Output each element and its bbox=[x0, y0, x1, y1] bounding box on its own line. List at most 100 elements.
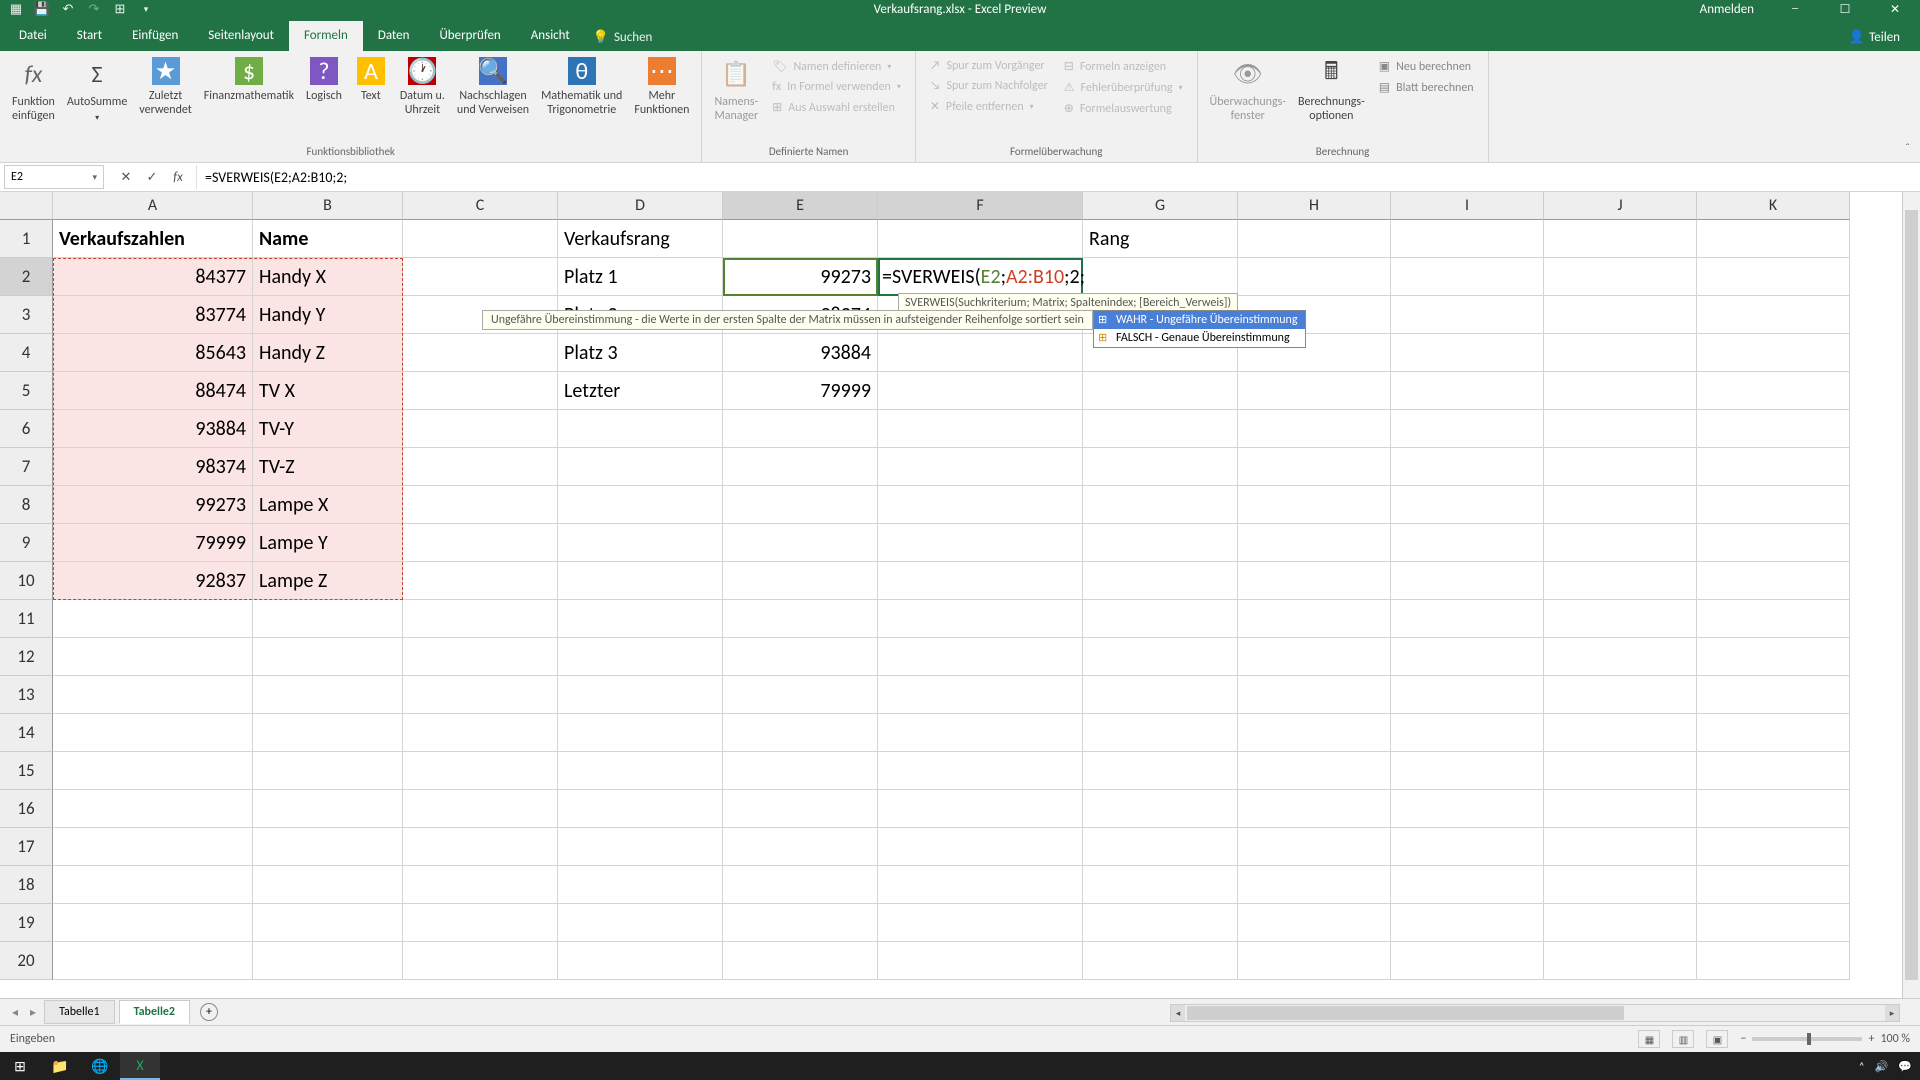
cell-K5[interactable] bbox=[1697, 372, 1850, 410]
tray-chevron-icon[interactable]: ˄ bbox=[1859, 1060, 1865, 1073]
start-button[interactable]: ⊞ bbox=[0, 1052, 40, 1080]
datetime-button[interactable]: 🕐Datum u. Uhrzeit bbox=[396, 55, 449, 143]
trace-dependents-button[interactable]: ↘Spur zum Nachfolger bbox=[924, 77, 1054, 95]
page-break-view-button[interactable]: ▣ bbox=[1706, 1030, 1728, 1048]
cell-F10[interactable] bbox=[878, 562, 1083, 600]
evaluate-formula-button[interactable]: ⊕Formelauswertung bbox=[1058, 99, 1189, 118]
tab-ueberpruefen[interactable]: Überprüfen bbox=[424, 21, 515, 51]
cell-E17[interactable] bbox=[723, 828, 878, 866]
cell-B4[interactable]: Handy Z bbox=[253, 334, 403, 372]
cell-K14[interactable] bbox=[1697, 714, 1850, 752]
cell-K16[interactable] bbox=[1697, 790, 1850, 828]
cell-E8[interactable] bbox=[723, 486, 878, 524]
cell-D15[interactable] bbox=[558, 752, 723, 790]
cell-I6[interactable] bbox=[1391, 410, 1544, 448]
cell-H8[interactable] bbox=[1238, 486, 1391, 524]
select-all-corner[interactable] bbox=[0, 192, 53, 220]
col-header-D[interactable]: D bbox=[558, 192, 723, 220]
touch-icon[interactable]: ⊞ bbox=[112, 1, 128, 17]
show-formulas-button[interactable]: ⊟Formeln anzeigen bbox=[1058, 57, 1189, 76]
cell-E11[interactable] bbox=[723, 600, 878, 638]
cell-D18[interactable] bbox=[558, 866, 723, 904]
cell-E6[interactable] bbox=[723, 410, 878, 448]
cell-I17[interactable] bbox=[1391, 828, 1544, 866]
cell-D16[interactable] bbox=[558, 790, 723, 828]
cell-C4[interactable] bbox=[403, 334, 558, 372]
insert-function-button[interactable]: fxFunktion einfügen bbox=[8, 55, 59, 143]
cell-H20[interactable] bbox=[1238, 942, 1391, 980]
cell-H18[interactable] bbox=[1238, 866, 1391, 904]
cancel-formula-button[interactable]: ✕ bbox=[114, 165, 138, 189]
cell-A14[interactable] bbox=[53, 714, 253, 752]
cell-G12[interactable] bbox=[1083, 638, 1238, 676]
remove-arrows-button[interactable]: ✕Pfeile entfernen▾ bbox=[924, 97, 1054, 116]
add-sheet-button[interactable]: + bbox=[200, 1003, 218, 1021]
name-manager-button[interactable]: 📋Namens- Manager bbox=[710, 55, 762, 143]
row-header-6[interactable]: 6 bbox=[0, 410, 53, 448]
cell-K3[interactable] bbox=[1697, 296, 1850, 334]
cell-F6[interactable] bbox=[878, 410, 1083, 448]
cell-E15[interactable] bbox=[723, 752, 878, 790]
cell-C16[interactable] bbox=[403, 790, 558, 828]
excel-taskbar-icon[interactable]: X bbox=[120, 1052, 160, 1080]
tab-daten[interactable]: Daten bbox=[363, 21, 425, 51]
cell-E13[interactable] bbox=[723, 676, 878, 714]
cell-J1[interactable] bbox=[1544, 220, 1697, 258]
col-header-H[interactable]: H bbox=[1238, 192, 1391, 220]
cell-E16[interactable] bbox=[723, 790, 878, 828]
fx-button[interactable]: fx bbox=[166, 165, 190, 189]
collapse-ribbon-icon[interactable]: ˆ bbox=[1905, 142, 1910, 156]
sheet-tab-tabelle1[interactable]: Tabelle1 bbox=[44, 1000, 115, 1024]
cell-F5[interactable] bbox=[878, 372, 1083, 410]
cell-C7[interactable] bbox=[403, 448, 558, 486]
tab-seitenlayout[interactable]: Seitenlayout bbox=[193, 21, 289, 51]
cell-E12[interactable] bbox=[723, 638, 878, 676]
cell-I13[interactable] bbox=[1391, 676, 1544, 714]
cell-A8[interactable]: 99273 bbox=[53, 486, 253, 524]
cell-K2[interactable] bbox=[1697, 258, 1850, 296]
text-button[interactable]: AText bbox=[350, 55, 392, 143]
cell-E9[interactable] bbox=[723, 524, 878, 562]
redo-icon[interactable]: ↷ bbox=[86, 1, 102, 17]
cell-B10[interactable]: Lampe Z bbox=[253, 562, 403, 600]
worksheet[interactable]: ABCDEFGHIJK 1234567891011121314151617181… bbox=[0, 192, 1920, 998]
cell-H5[interactable] bbox=[1238, 372, 1391, 410]
recent-button[interactable]: ★Zuletzt verwendet bbox=[135, 55, 196, 143]
scroll-left-icon[interactable]: ◂ bbox=[1171, 1005, 1185, 1021]
cell-I8[interactable] bbox=[1391, 486, 1544, 524]
cell-A9[interactable]: 79999 bbox=[53, 524, 253, 562]
more-functions-button[interactable]: ⋯Mehr Funktionen bbox=[630, 55, 693, 143]
define-name-button[interactable]: 🏷Namen definieren▾ bbox=[766, 57, 907, 76]
row-header-17[interactable]: 17 bbox=[0, 828, 53, 866]
cell-F9[interactable] bbox=[878, 524, 1083, 562]
cell-G7[interactable] bbox=[1083, 448, 1238, 486]
cell-F20[interactable] bbox=[878, 942, 1083, 980]
cell-G16[interactable] bbox=[1083, 790, 1238, 828]
cell-K11[interactable] bbox=[1697, 600, 1850, 638]
chevron-down-icon[interactable]: ▾ bbox=[92, 172, 97, 183]
close-button[interactable]: ✕ bbox=[1870, 0, 1920, 18]
cell-G2[interactable] bbox=[1083, 258, 1238, 296]
cell-A11[interactable] bbox=[53, 600, 253, 638]
cell-K17[interactable] bbox=[1697, 828, 1850, 866]
cell-F19[interactable] bbox=[878, 904, 1083, 942]
row-header-10[interactable]: 10 bbox=[0, 562, 53, 600]
cell-K10[interactable] bbox=[1697, 562, 1850, 600]
cell-D19[interactable] bbox=[558, 904, 723, 942]
cell-H7[interactable] bbox=[1238, 448, 1391, 486]
cell-B8[interactable]: Lampe X bbox=[253, 486, 403, 524]
cell-E5[interactable]: 79999 bbox=[723, 372, 878, 410]
autocomplete-list[interactable]: WAHR - Ungefähre Übereinstimmung FALSCH … bbox=[1093, 310, 1306, 348]
cell-H11[interactable] bbox=[1238, 600, 1391, 638]
cell-I9[interactable] bbox=[1391, 524, 1544, 562]
cell-F18[interactable] bbox=[878, 866, 1083, 904]
cell-A13[interactable] bbox=[53, 676, 253, 714]
row-header-8[interactable]: 8 bbox=[0, 486, 53, 524]
lookup-button[interactable]: 🔍Nachschlagen und Verweisen bbox=[453, 55, 533, 143]
zoom-in-icon[interactable]: + bbox=[1868, 1032, 1874, 1046]
file-explorer-icon[interactable]: 📁 bbox=[40, 1052, 80, 1080]
signin-link[interactable]: Anmelden bbox=[1684, 2, 1770, 17]
tab-datei[interactable]: Datei bbox=[4, 21, 62, 51]
cell-K18[interactable] bbox=[1697, 866, 1850, 904]
cell-K12[interactable] bbox=[1697, 638, 1850, 676]
